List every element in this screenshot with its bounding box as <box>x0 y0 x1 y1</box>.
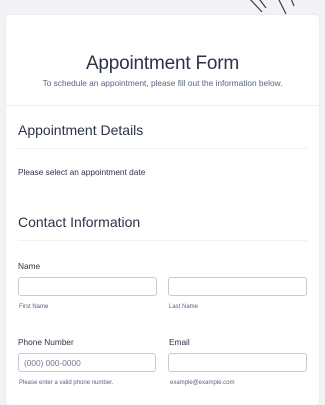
appointment-details-heading: Appointment Details <box>18 122 144 138</box>
email-input[interactable] <box>168 353 307 372</box>
first-name-input[interactable] <box>18 277 157 296</box>
last-name-input[interactable] <box>168 277 307 296</box>
background-decoration <box>230 0 325 16</box>
first-name-sublabel: First Name <box>19 304 49 310</box>
section-divider <box>18 240 307 241</box>
last-name-sublabel: Last Name <box>169 304 199 310</box>
form-card: Appointment Form To schedule an appointm… <box>6 15 319 405</box>
form-subtitle: To schedule an appointment, please fill … <box>42 78 283 88</box>
email-label: Email <box>169 337 190 347</box>
form-header: Appointment Form To schedule an appointm… <box>6 15 319 106</box>
section-divider <box>18 148 307 149</box>
contact-information-heading: Contact Information <box>18 214 141 230</box>
form-title: Appointment Form <box>85 53 240 74</box>
name-label: Name <box>18 261 41 271</box>
phone-number-label: Phone Number <box>18 337 74 347</box>
appointment-date-prompt: Please select an appointment date <box>18 167 146 177</box>
phone-number-sublabel: Please enter a valid phone number. <box>19 380 114 386</box>
phone-number-input[interactable] <box>18 353 156 372</box>
email-sublabel: example@example.com <box>170 380 235 386</box>
